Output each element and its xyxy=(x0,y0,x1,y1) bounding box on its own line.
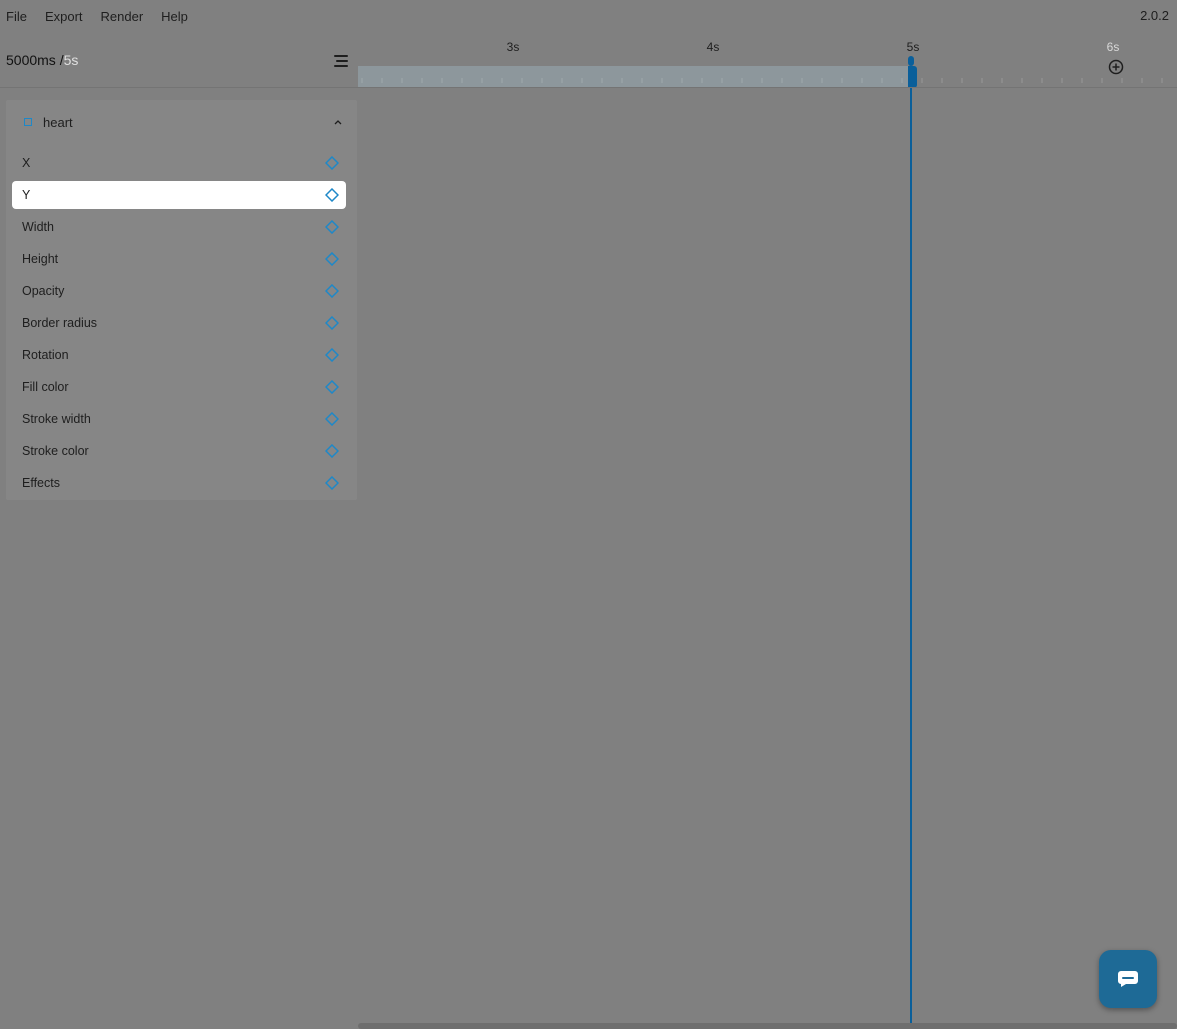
property-label: Y xyxy=(22,188,31,202)
timeline-ruler[interactable]: 3s 4s 5s 6s xyxy=(358,36,1177,88)
current-time: 5000ms / xyxy=(6,52,64,68)
menu-bar: File Export Render Help xyxy=(0,0,1177,32)
rectangle-layer-icon xyxy=(24,118,32,126)
diamond-icon[interactable] xyxy=(325,412,339,426)
property-row-rotation[interactable]: Rotation xyxy=(12,341,346,369)
property-row-border-radius[interactable]: Border radius xyxy=(12,309,346,337)
property-label: Stroke width xyxy=(22,412,91,426)
diamond-icon[interactable] xyxy=(325,284,339,298)
diamond-icon[interactable] xyxy=(325,188,339,202)
property-row-effects[interactable]: Effects xyxy=(12,469,346,497)
chat-icon xyxy=(1118,971,1138,987)
menu-file[interactable]: File xyxy=(6,9,27,24)
playhead-knob[interactable] xyxy=(908,56,914,66)
property-row-stroke-color[interactable]: Stroke color xyxy=(12,437,346,465)
property-label: Stroke color xyxy=(22,444,89,458)
tick-label-4s: 4s xyxy=(706,40,720,54)
property-label: Height xyxy=(22,252,59,266)
diamond-icon[interactable] xyxy=(325,252,339,266)
property-label: Effects xyxy=(22,476,60,490)
property-row-width[interactable]: Width xyxy=(12,213,346,241)
playhead-line[interactable] xyxy=(910,88,912,1029)
diamond-icon[interactable] xyxy=(325,156,339,170)
diamond-icon[interactable] xyxy=(325,348,339,362)
diamond-icon[interactable] xyxy=(325,476,339,490)
menu-render[interactable]: Render xyxy=(101,9,144,24)
property-row-opacity[interactable]: Opacity xyxy=(12,277,346,305)
header-divider xyxy=(0,87,1177,88)
layer-panel: heart X Y Width Height Opacity Border radius R… xyxy=(6,100,357,500)
chat-button[interactable] xyxy=(1099,950,1157,1008)
time-display: 5000ms /5s xyxy=(6,52,78,68)
property-row-stroke-width[interactable]: Stroke width xyxy=(12,405,346,433)
property-row-fill-color[interactable]: Fill color xyxy=(12,373,346,401)
menu-help[interactable]: Help xyxy=(161,9,188,24)
tick-label-6s: 6s xyxy=(1106,40,1120,54)
layer-name: heart xyxy=(43,115,73,130)
tick-label-5s: 5s xyxy=(906,40,920,54)
tick-label-3s: 3s xyxy=(506,40,520,54)
property-label: Fill color xyxy=(22,380,69,394)
property-label: Border radius xyxy=(22,316,98,330)
property-row-height[interactable]: Height xyxy=(12,245,346,273)
layer-header[interactable]: heart xyxy=(6,110,357,134)
plus-circle-icon[interactable] xyxy=(1108,59,1124,75)
property-row-x[interactable]: X xyxy=(12,149,346,177)
menu-export[interactable]: Export xyxy=(45,9,83,24)
diamond-icon[interactable] xyxy=(325,220,339,234)
total-duration: 5s xyxy=(63,52,79,68)
property-label: Width xyxy=(22,220,54,234)
property-label: X xyxy=(22,156,31,170)
chevron-up-icon[interactable] xyxy=(333,118,343,126)
property-label: Opacity xyxy=(22,284,65,298)
playhead-handle[interactable] xyxy=(908,66,917,88)
diamond-icon[interactable] xyxy=(325,444,339,458)
property-row-y[interactable]: Y xyxy=(12,181,346,209)
horizontal-scrollbar[interactable] xyxy=(358,1023,1177,1029)
diamond-icon[interactable] xyxy=(325,316,339,330)
property-label: Rotation xyxy=(22,348,69,362)
list-collapse-icon[interactable] xyxy=(333,54,349,68)
diamond-icon[interactable] xyxy=(325,380,339,394)
app-version: 2.0.2 xyxy=(1140,8,1169,23)
